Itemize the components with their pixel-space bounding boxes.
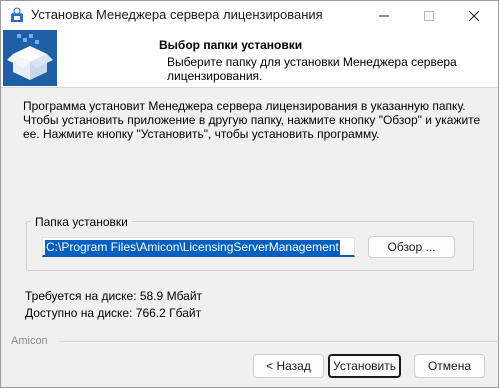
disk-required-text: Требуется на диске: 58.9 Мбайт [25, 289, 203, 303]
cancel-button[interactable]: Отмена [414, 354, 485, 378]
disk-available-text: Доступно на диске: 766.2 Гбайт [25, 306, 202, 320]
page-header: Выбор папки установки Выберите папку для… [1, 30, 498, 88]
close-button[interactable] [451, 1, 496, 30]
brand-label: Amicon [11, 335, 48, 347]
back-button[interactable]: < Назад [253, 354, 324, 378]
close-icon [468, 10, 479, 21]
installer-window: Установка Менеджера сервера лицензирован… [0, 0, 499, 388]
window-title: Установка Менеджера сервера лицензирован… [31, 7, 323, 22]
package-box-icon [3, 30, 57, 86]
title-bar[interactable]: Установка Менеджера сервера лицензирован… [1, 1, 498, 30]
install-path-input[interactable]: C:\Program Files\Amicon\LicensingServerM… [42, 237, 355, 257]
page-title: Выбор папки установки [159, 38, 303, 52]
footer-divider [59, 341, 499, 342]
instructions-text: Программа установит Менеджера сервера ли… [23, 99, 481, 141]
maximize-button[interactable] [406, 1, 451, 30]
browse-button[interactable]: Обзор ... [368, 236, 455, 258]
maximize-icon [423, 10, 434, 21]
minimize-icon [378, 15, 389, 16]
install-folder-label: Папка установки [31, 215, 132, 229]
minimize-button[interactable] [361, 1, 406, 30]
install-button[interactable]: Установить [328, 354, 401, 378]
installer-icon [11, 7, 23, 22]
page-subtitle: Выберите папку для установки Менеджера с… [167, 55, 457, 83]
install-path-value: C:\Program Files\Amicon\LicensingServerM… [45, 240, 340, 255]
